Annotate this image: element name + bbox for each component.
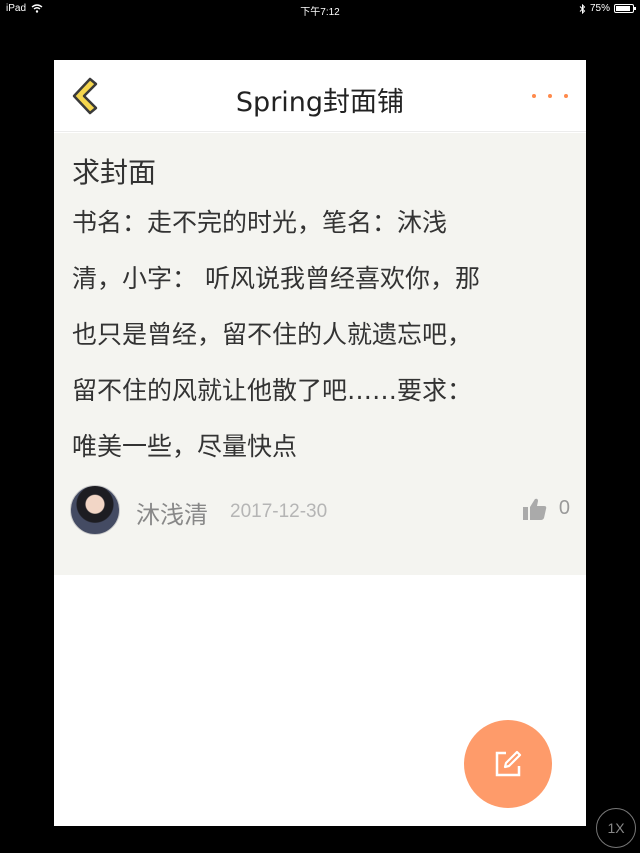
app-screen: Spring封面铺 求封面 书名：走不完的时光，笔名：沐浅 清，小字： 听风说我… [54, 60, 586, 826]
author-row: 沐浅清 2017-12-30 0 [70, 485, 570, 537]
thumbs-up-icon [522, 498, 547, 520]
more-button[interactable] [532, 86, 568, 106]
like-button[interactable]: 0 [522, 497, 570, 520]
more-dot-3 [564, 94, 568, 98]
edit-icon [495, 750, 522, 777]
avatar[interactable] [70, 485, 120, 535]
post-title: 求封面 [72, 156, 157, 189]
battery-percent: 75% [589, 3, 610, 14]
like-count: 0 [558, 497, 570, 519]
zoom-toggle-button[interactable]: 1X [596, 808, 636, 848]
status-time: 下午7:12 [300, 7, 340, 18]
more-dots-icon [532, 94, 536, 98]
author-name[interactable]: 沐浅清 [136, 495, 208, 530]
bluetooth-icon [579, 3, 586, 14]
battery-icon [614, 4, 636, 13]
page-title: Spring封面铺 [235, 87, 405, 118]
status-bar: iPad 下午7:12 75% [0, 0, 640, 18]
post-body: 书名：走不完的时光，笔名：沐浅 清，小字： 听风说我曾经喜欢你，那 也只是曾经，… [72, 208, 480, 461]
more-dot-2 [548, 94, 552, 98]
post-date: 2017-12-30 [230, 501, 328, 522]
navigation-bar: Spring封面铺 [54, 60, 586, 132]
compose-button[interactable] [464, 720, 552, 808]
post-card: 求封面 书名：走不完的时光，笔名：沐浅 清，小字： 听风说我曾经喜欢你，那 也只… [54, 133, 586, 575]
